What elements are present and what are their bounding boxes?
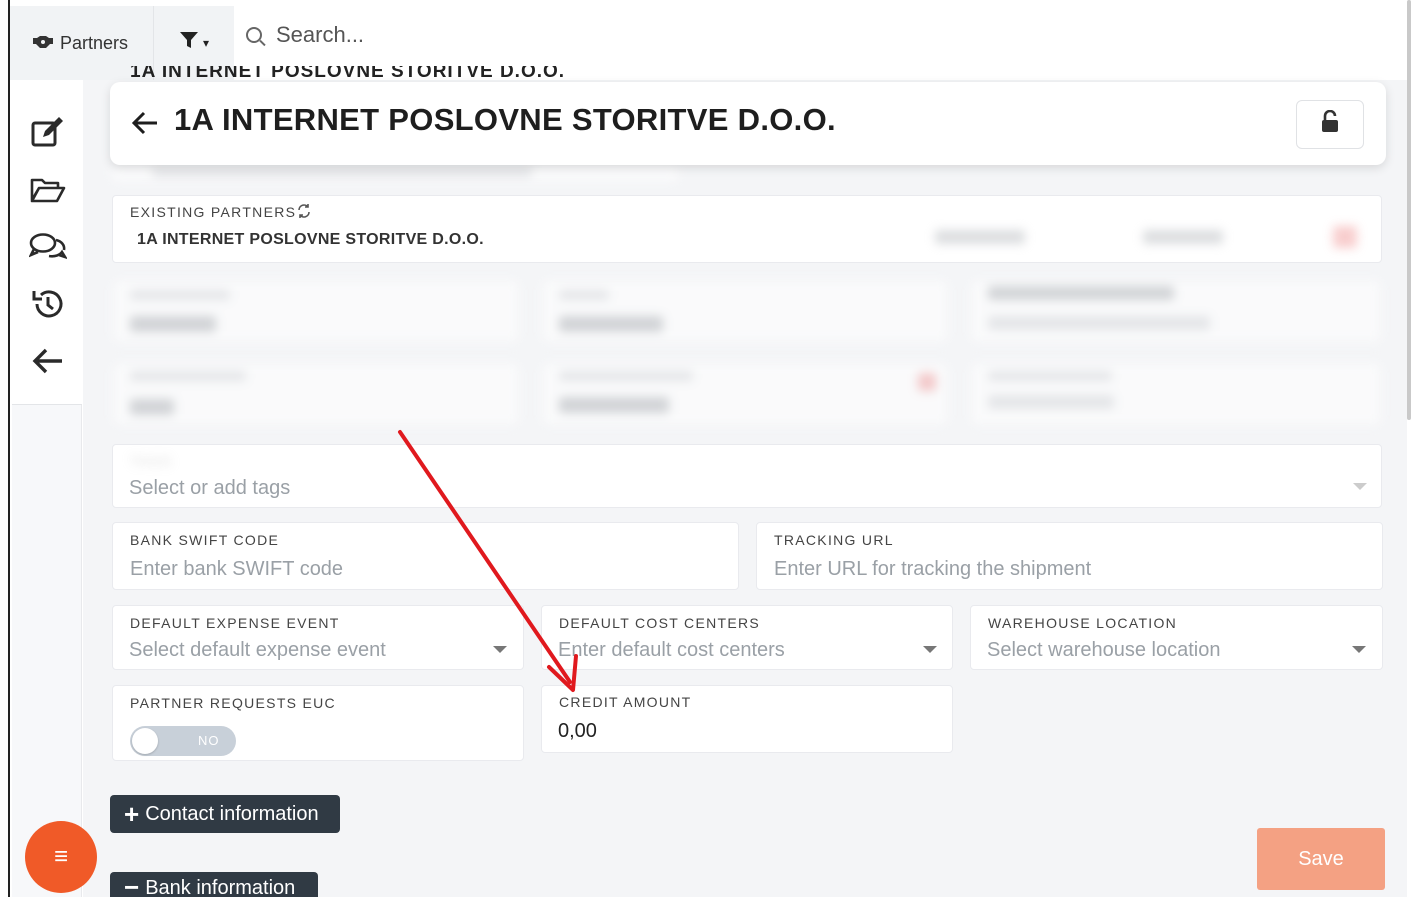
default-expense-event-select[interactable]: Select default expense event <box>129 639 386 662</box>
partner-requests-euc-label: PARTNER REQUESTS EUC <box>130 695 336 711</box>
toggle-state-text: NO <box>198 733 220 748</box>
scrolled-title: 1A INTERNET POSLOVNE STORITVE D.O.O. <box>130 66 566 80</box>
filter-icon <box>179 30 199 56</box>
blurred-field <box>970 279 1382 343</box>
tags-input[interactable]: Select or add tags <box>129 477 290 500</box>
warehouse-location-label: WAREHOUSE LOCATION <box>988 615 1178 631</box>
chevron-down-icon: ▾ <box>202 36 210 50</box>
unlock-icon <box>1320 109 1340 139</box>
search-box[interactable]: Search... <box>246 22 364 48</box>
chevron-down-icon <box>1352 646 1366 653</box>
partner-requests-euc-toggle[interactable]: NO <box>130 726 236 756</box>
search-input[interactable]: Search... <box>276 22 364 48</box>
warehouse-location-select[interactable]: Select warehouse location <box>987 639 1220 662</box>
bank-information-button[interactable]: − Bank information <box>110 872 318 897</box>
blurred-field <box>970 362 1382 426</box>
bank-swift-label: BANK SWIFT CODE <box>130 532 280 548</box>
default-expense-event-label: DEFAULT EXPENSE EVENT <box>130 615 340 631</box>
plus-icon: + <box>124 799 140 829</box>
window-left-edge <box>0 0 10 897</box>
comments-icon[interactable] <box>29 228 67 266</box>
partner-requests-euc-field: PARTNER REQUESTS EUC NO <box>112 685 524 761</box>
default-cost-centers-field[interactable]: DEFAULT COST CENTERS Enter default cost … <box>541 605 953 670</box>
chevron-down-icon <box>1353 483 1367 490</box>
refresh-icon[interactable] <box>296 203 312 224</box>
handshake-icon <box>32 35 54 52</box>
menu-fab-button[interactable]: ≡ <box>25 821 97 893</box>
tracking-url-label: TRACKING URL <box>774 532 894 548</box>
blurred-partner-details <box>673 196 1383 264</box>
search-icon <box>246 27 262 43</box>
tracking-url-field: TRACKING URL Enter URL for tracking the … <box>756 522 1383 590</box>
existing-partner-item[interactable]: 1A INTERNET POSLOVNE STORITVE D.O.O. <box>137 231 484 249</box>
credit-amount-field: CREDIT AMOUNT 0,00 <box>541 685 953 753</box>
tracking-url-input[interactable]: Enter URL for tracking the shipment <box>774 558 1091 581</box>
blurred-field <box>112 279 520 343</box>
folder-open-icon[interactable] <box>29 171 67 209</box>
partner-header-card: 1A INTERNET POSLOVNE STORITVE D.O.O. <box>110 82 1386 165</box>
default-cost-centers-select[interactable]: Enter default cost centers <box>558 639 785 662</box>
chevron-down-icon <box>923 646 937 653</box>
chevron-down-icon <box>493 646 507 653</box>
warehouse-location-field[interactable]: WAREHOUSE LOCATION Select warehouse loca… <box>970 605 1383 670</box>
default-expense-event-field[interactable]: DEFAULT EXPENSE EVENT Select default exp… <box>112 605 524 670</box>
blurred-field <box>112 362 520 426</box>
tags-field[interactable]: TAGS Select or add tags <box>112 444 1382 508</box>
sidebar-nav <box>12 80 82 405</box>
bank-swift-input[interactable]: Enter bank SWIFT code <box>130 558 343 581</box>
blurred-field <box>541 362 949 426</box>
blurred-subtitle <box>112 165 678 181</box>
existing-partners-label: EXISTING PARTNERS <box>130 204 297 220</box>
back-arrow-icon[interactable] <box>130 108 160 138</box>
save-button[interactable]: Save <box>1257 828 1385 890</box>
blurred-field <box>541 279 949 343</box>
page-title: 1A INTERNET POSLOVNE STORITVE D.O.O. <box>174 102 836 137</box>
tab-partners-label: Partners <box>60 32 129 53</box>
contact-information-label: Contact information <box>145 802 319 825</box>
credit-amount-input[interactable]: 0,00 <box>558 720 597 743</box>
sidebar <box>12 80 82 897</box>
contact-information-button[interactable]: + Contact information <box>110 795 340 833</box>
minus-icon: − <box>124 872 140 897</box>
menu-icon: ≡ <box>53 843 68 870</box>
credit-amount-label: CREDIT AMOUNT <box>559 694 692 710</box>
existing-partners-card: EXISTING PARTNERS 1A INTERNET POSLOVNE S… <box>112 195 1382 263</box>
scrollbar[interactable] <box>1407 0 1411 420</box>
default-cost-centers-label: DEFAULT COST CENTERS <box>559 615 761 631</box>
toggle-knob <box>132 728 158 754</box>
arrow-left-icon[interactable] <box>29 342 67 380</box>
history-icon[interactable] <box>29 285 67 323</box>
bank-information-label: Bank information <box>145 877 296 897</box>
lock-button[interactable] <box>1296 100 1364 149</box>
edit-icon[interactable] <box>29 114 67 152</box>
bank-swift-field: BANK SWIFT CODE Enter bank SWIFT code <box>112 522 739 590</box>
tags-label: TAGS <box>130 453 173 469</box>
